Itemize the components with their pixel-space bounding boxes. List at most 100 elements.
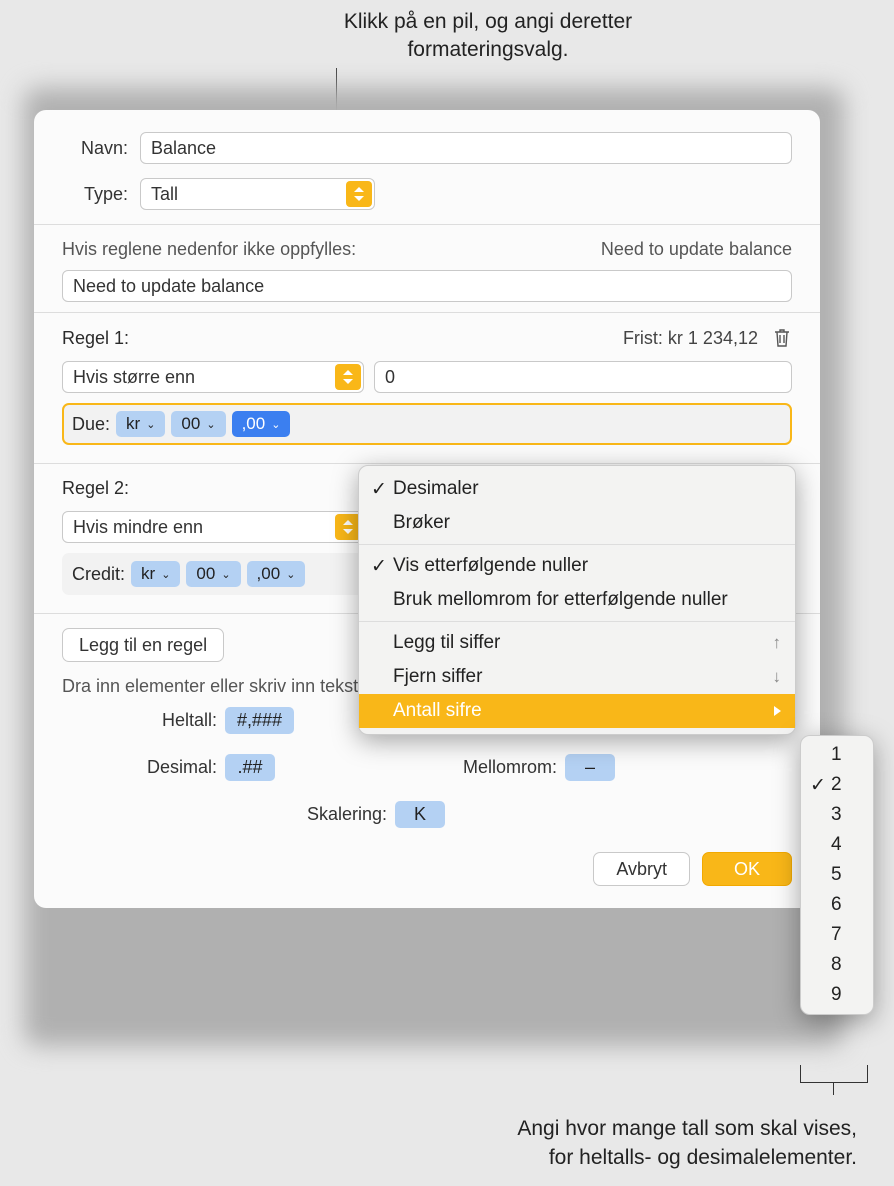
annotation-bottom: Angi hvor mange tall som skal vises, for… <box>507 1115 857 1172</box>
rule1-int-value: 00 <box>181 414 200 434</box>
submenu-item-label: 5 <box>831 864 842 886</box>
menu-item-broker[interactable]: Brøker <box>359 506 795 540</box>
submenu-item-7[interactable]: 7 <box>801 920 873 950</box>
ok-button[interactable]: OK <box>702 852 792 886</box>
unmet-label: Hvis reglene nedenfor ikke oppfylles: <box>62 239 356 260</box>
rule1-value-input[interactable]: 0 <box>374 361 792 393</box>
menu-item-add-digit[interactable]: Legg til siffer ↑ <box>359 626 795 660</box>
rule1-currency-token[interactable]: kr ⌄ <box>116 411 165 437</box>
stepper-icon <box>335 364 361 390</box>
check-icon: ✓ <box>810 774 826 797</box>
mellomrom-chip[interactable]: – <box>565 754 615 781</box>
chevron-down-icon: ⌄ <box>146 418 155 431</box>
rule2-condition-value: Hvis mindre enn <box>73 517 203 538</box>
menu-item-trailing-zeros[interactable]: ✓ Vis etterfølgende nuller <box>359 549 795 583</box>
digit-count-submenu: 1✓23456789 <box>800 735 874 1015</box>
rule1-format-bar[interactable]: Due: kr ⌄ 00 ⌄ ,00⌄ <box>62 403 792 445</box>
divider <box>34 463 820 464</box>
rule1-title: Regel 1: <box>62 328 129 349</box>
rule1-prefix: Due: <box>72 414 110 435</box>
rule1-condition-value: Hvis større enn <box>73 367 195 388</box>
skalering-label: Skalering: <box>277 804 387 825</box>
submenu-item-9[interactable]: 9 <box>801 980 873 1010</box>
submenu-item-label: 3 <box>831 804 842 826</box>
rule2-prefix: Credit: <box>72 564 125 585</box>
menu-separator <box>359 544 795 545</box>
chevron-down-icon: ⌄ <box>221 568 230 581</box>
submenu-item-6[interactable]: 6 <box>801 890 873 920</box>
menu-item-remove-digit[interactable]: Fjern siffer ↓ <box>359 660 795 694</box>
submenu-item-label: 6 <box>831 894 842 916</box>
stepper-icon <box>346 181 372 207</box>
type-select-value: Tall <box>151 184 178 205</box>
cancel-button[interactable]: Avbryt <box>593 852 690 886</box>
rule2-condition-select[interactable]: Hvis mindre enn <box>62 511 364 543</box>
menu-item-label: Brøker <box>393 512 450 534</box>
add-rule-button[interactable]: Legg til en regel <box>62 628 224 662</box>
rule1-dec-token[interactable]: ,00⌄ <box>232 411 291 437</box>
chevron-right-icon <box>774 700 781 722</box>
submenu-item-4[interactable]: 4 <box>801 830 873 860</box>
desimal-chip[interactable]: .## <box>225 754 275 781</box>
menu-item-desimaler[interactable]: ✓ Desimaler <box>359 472 795 506</box>
check-icon: ✓ <box>371 478 387 501</box>
shortcut-key: ↑ <box>773 633 782 653</box>
submenu-item-1[interactable]: 1 <box>801 740 873 770</box>
submenu-item-label: 1 <box>831 744 842 766</box>
rule2-currency-token[interactable]: kr ⌄ <box>131 561 180 587</box>
rule1-value-text: 0 <box>385 367 395 388</box>
menu-item-label: Antall sifre <box>393 700 482 722</box>
name-input-value: Balance <box>151 138 216 159</box>
rule2-int-value: 00 <box>196 564 215 584</box>
submenu-item-label: 8 <box>831 954 842 976</box>
menu-item-digit-count[interactable]: Antall sifre <box>359 694 795 728</box>
unmet-input[interactable]: Need to update balance <box>62 270 792 302</box>
check-icon: ✓ <box>371 555 387 578</box>
decimal-options-popup: ✓ Desimaler Brøker ✓ Vis etterfølgende nul… <box>358 465 796 735</box>
submenu-item-2[interactable]: ✓2 <box>801 770 873 800</box>
type-label: Type: <box>62 184 140 205</box>
bracket-stem <box>833 1083 834 1095</box>
rule2-int-token[interactable]: 00 ⌄ <box>186 561 240 587</box>
rule2-dec-value: ,00 <box>257 564 281 584</box>
chevron-down-icon: ⌄ <box>271 418 280 431</box>
submenu-item-3[interactable]: 3 <box>801 800 873 830</box>
rule1-currency-value: kr <box>126 414 140 434</box>
skalering-chip[interactable]: K <box>395 801 445 828</box>
chevron-down-icon: ⌄ <box>161 568 170 581</box>
heltall-label: Heltall: <box>107 710 217 731</box>
menu-item-label: Vis etterfølgende nuller <box>393 555 588 577</box>
type-select[interactable]: Tall <box>140 178 375 210</box>
divider <box>34 224 820 225</box>
submenu-item-5[interactable]: 5 <box>801 860 873 890</box>
rule2-title: Regel 2: <box>62 478 129 499</box>
submenu-item-8[interactable]: 8 <box>801 950 873 980</box>
rule1-condition-select[interactable]: Hvis større enn <box>62 361 364 393</box>
trash-icon[interactable] <box>772 327 792 349</box>
name-label: Navn: <box>62 138 140 159</box>
submenu-item-label: 4 <box>831 834 842 856</box>
bracket <box>800 1065 868 1083</box>
rule2-dec-token[interactable]: ,00 ⌄ <box>247 561 306 587</box>
menu-separator <box>359 621 795 622</box>
menu-item-space-trailing[interactable]: Bruk mellomrom for etterfølgende nuller <box>359 583 795 617</box>
submenu-item-label: 9 <box>831 984 842 1006</box>
rule1-preview: Frist: kr 1 234,12 <box>623 328 758 349</box>
menu-item-label: Bruk mellomrom for etterfølgende nuller <box>393 589 728 611</box>
menu-item-label: Legg til siffer <box>393 632 500 654</box>
mellomrom-label: Mellomrom: <box>447 757 557 778</box>
submenu-item-label: 2 <box>831 774 842 796</box>
chevron-down-icon: ⌄ <box>286 568 295 581</box>
rule2-currency-value: kr <box>141 564 155 584</box>
divider <box>34 312 820 313</box>
annotation-top: Klikk på en pil, og angi deretter format… <box>338 8 638 65</box>
chevron-down-icon: ⌄ <box>206 418 215 431</box>
rule1-int-token[interactable]: 00 ⌄ <box>171 411 225 437</box>
shortcut-key: ↓ <box>773 667 782 687</box>
unmet-preview: Need to update balance <box>601 239 792 260</box>
name-input[interactable]: Balance <box>140 132 792 164</box>
menu-item-label: Fjern siffer <box>393 666 482 688</box>
menu-item-label: Desimaler <box>393 478 479 500</box>
unmet-input-value: Need to update balance <box>73 276 264 297</box>
heltall-chip[interactable]: #,### <box>225 707 294 734</box>
